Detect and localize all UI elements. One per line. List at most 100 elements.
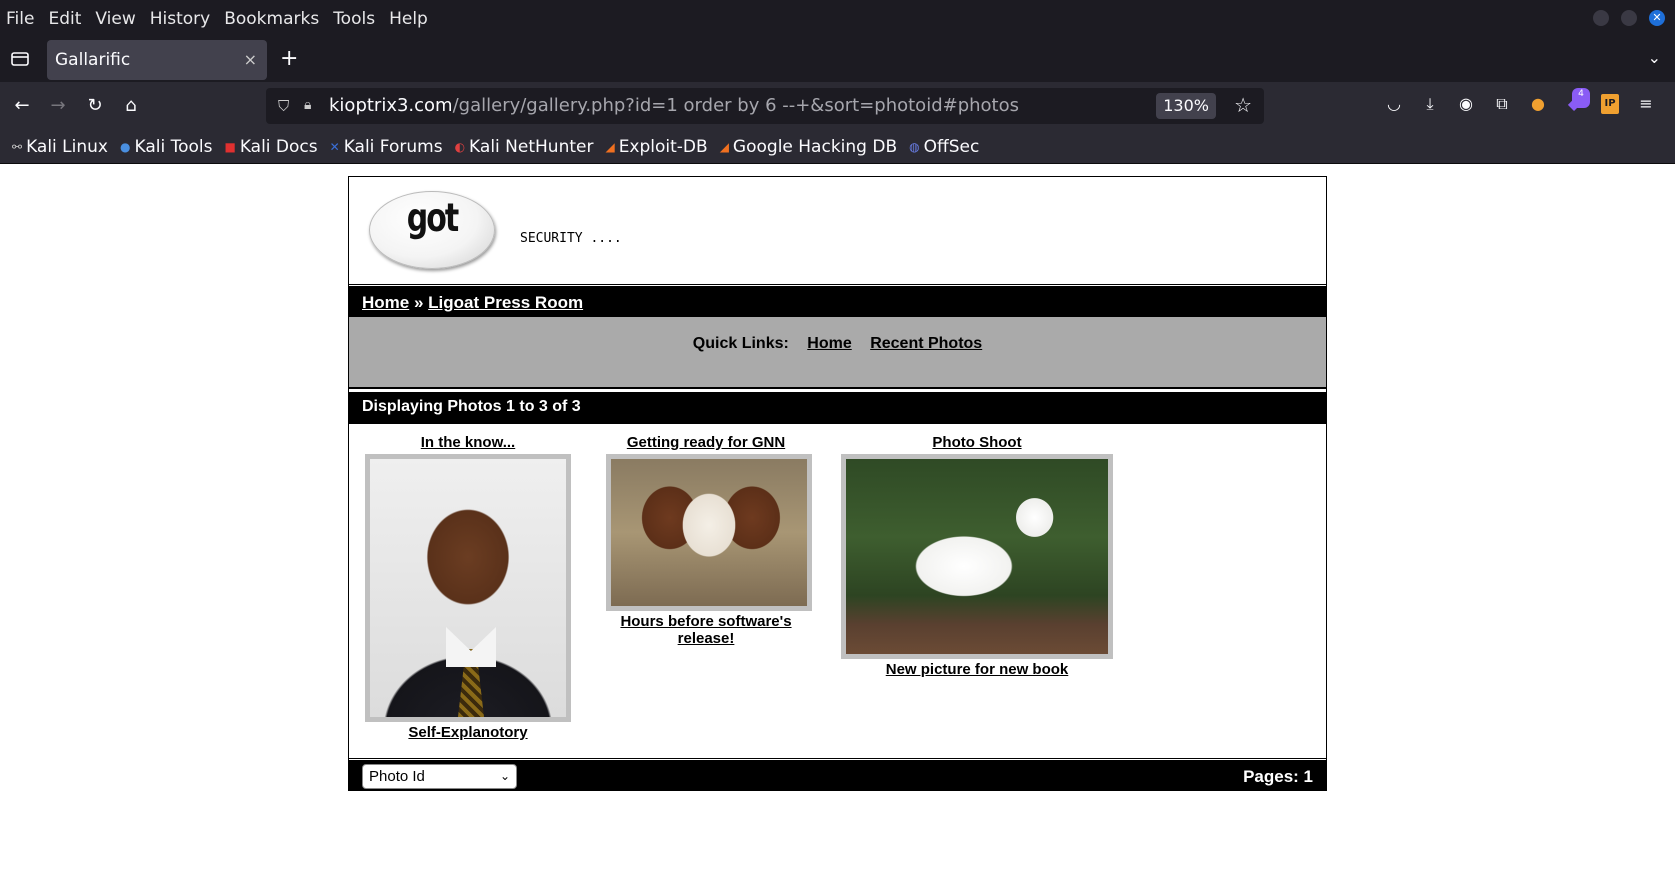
ghdb-icon: ◢ [719,139,729,154]
url-host: kioptrix3.com [329,95,453,116]
bookmark-label: Exploit-DB [618,136,708,157]
kali-tools-icon: ● [119,139,131,154]
sort-select[interactable]: Photo Id ⌄ [362,764,517,789]
site-header: got goat? SECURITY .... [349,177,1326,343]
quick-links-label: Quick Links: [692,335,789,352]
quick-link-home[interactable]: Home [807,335,851,352]
hamburger-menu-icon[interactable]: ≡ [1637,94,1655,114]
pocket-icon[interactable]: ◡ [1385,94,1403,114]
toolbar-icons: ◡ ⤓ ◉ ⧉ ● ◆4 IP ≡ [1385,88,1655,114]
quick-links: Quick Links: Home Recent Photos [349,335,1326,353]
bookmark-label: Kali Tools [134,136,213,157]
gallery-page: got goat? SECURITY .... Home » Ligoat Pr… [348,176,1327,791]
photo-title-link[interactable]: Photo Shoot [841,434,1113,451]
photo-image-man [370,459,566,717]
photo-image-goat-closeup [611,459,807,606]
photo-item: Getting ready for GNN Hours before softw… [606,434,812,647]
shirt-collar-shape [446,627,496,667]
bookmark-kali-forums[interactable]: ✕ Kali Forums [330,137,443,157]
bookmark-google-hacking-db[interactable]: ◢ Google Hacking DB [720,137,897,157]
lock-icon[interactable]: 🔒︎ [304,97,320,115]
bookmark-label: Kali Forums [343,136,443,157]
app-menu: File Edit View History Bookmarks Tools H… [0,9,442,29]
url-text[interactable]: kioptrix3.com/gallery/gallery.php?id=1 o… [329,88,1019,124]
purple-extension-icon[interactable]: ◆4 [1565,88,1590,114]
url-path: /gallery/gallery.php?id=1 order by 6 --+… [452,95,1019,116]
chevron-down-icon: ⌄ [499,769,510,783]
photo-thumbnail[interactable] [841,454,1113,659]
menu-help[interactable]: Help [389,9,428,29]
photo-caption-link[interactable]: Hours before software's release! [606,613,806,647]
tab-list-icon[interactable] [10,50,30,68]
photo-title-link[interactable]: Getting ready for GNN [606,434,806,451]
minimize-button[interactable] [1593,10,1609,26]
extension-badge: 4 [1572,88,1590,108]
chevron-down-icon[interactable]: ⌄ [1648,48,1661,67]
forward-arrow-icon[interactable]: → [46,94,70,118]
navigation-bar: ← → ↻ ⌂ ⛉ 🔒︎ kioptrix3.com/gallery/galle… [0,82,1675,130]
back-arrow-icon[interactable]: ← [10,94,34,118]
menu-view[interactable]: View [95,9,135,29]
offsec-icon: ◍ [909,139,920,154]
breadcrumb-trail: Home » Ligoat Press Room [362,293,583,313]
bookmark-exploit-db[interactable]: ◢ Exploit-DB [605,137,707,157]
kali-docs-icon: ■ [224,139,236,154]
menu-tools[interactable]: Tools [333,9,375,29]
bookmark-kali-nethunter[interactable]: ◐ Kali NetHunter [455,137,594,157]
photo-thumbnail[interactable] [365,454,571,722]
photo-item: Photo Shoot New picture for new book [841,434,1113,678]
kali-dragon-icon: ⚯ [12,139,23,154]
bookmark-kali-docs[interactable]: ■ Kali Docs [224,137,317,157]
bookmark-kali-linux[interactable]: ⚯ Kali Linux [12,137,108,157]
tab-gallarific[interactable]: Gallarific × [47,40,267,80]
breadcrumb-separator: » [413,293,424,312]
site-logo[interactable]: got goat? [369,191,495,343]
bookmark-offsec[interactable]: ◍ OffSec [909,137,979,157]
photo-count-text: Displaying Photos 1 to 3 of 3 [362,398,581,415]
bookmark-label: Google Hacking DB [732,136,898,157]
pagination-text: Pages: 1 [1243,767,1313,786]
breadcrumb-home-link[interactable]: Home [362,293,409,312]
breadcrumb-current-link[interactable]: Ligoat Press Room [428,293,583,312]
menu-file[interactable]: File [6,9,34,29]
bookmark-label: Kali Linux [26,136,108,157]
bookmarks-toolbar: ⚯ Kali Linux ● Kali Tools ■ Kali Docs ✕ Kali… [0,130,1675,164]
photo-caption-link[interactable]: Self-Explanotory [362,724,574,741]
bookmark-label: Kali Docs [239,136,318,157]
cookie-extension-icon[interactable]: ● [1529,94,1547,114]
ip-extension-icon[interactable]: IP [1601,94,1619,114]
exploit-db-icon: ◢ [605,139,615,154]
bookmark-label: OffSec [923,136,980,157]
photo-caption-link[interactable]: New picture for new book [841,661,1113,678]
menu-edit[interactable]: Edit [48,9,81,29]
gallery-footer: Photo Id ⌄ Pages: 1 [349,757,1326,791]
shield-icon[interactable]: ⛉ [278,97,294,115]
account-icon[interactable]: ◉ [1457,94,1475,114]
bookmark-kali-tools[interactable]: ● Kali Tools [120,137,212,157]
new-tab-button[interactable]: + [280,46,298,71]
window-controls: ✕ [1593,10,1665,26]
photo-title-link[interactable]: In the know... [362,434,574,451]
extensions-icon[interactable]: ⧉ [1493,94,1511,114]
reload-icon[interactable]: ↻ [83,94,107,118]
tab-close-icon[interactable]: × [244,40,257,80]
site-tagline: SECURITY .... [520,231,622,246]
photo-item: In the know... Self-Explanotory [362,434,574,741]
menu-history[interactable]: History [150,9,210,29]
quick-link-recent-photos[interactable]: Recent Photos [870,335,982,352]
close-window-button[interactable]: ✕ [1649,10,1665,26]
kali-forums-icon: ✕ [329,139,340,154]
photo-thumbnail[interactable] [606,454,812,611]
zoom-level[interactable]: 130% [1156,93,1216,119]
home-icon[interactable]: ⌂ [119,94,143,118]
tab-bar: Gallarific × + ⌄ [0,38,1675,82]
url-bar[interactable]: ⛉ 🔒︎ kioptrix3.com/gallery/gallery.php?i… [266,88,1264,124]
nethunter-icon: ◐ [454,139,466,154]
menu-bookmarks[interactable]: Bookmarks [224,9,319,29]
downloads-icon[interactable]: ⤓ [1421,94,1439,114]
maximize-button[interactable] [1621,10,1637,26]
tab-title: Gallarific [55,50,131,70]
bookmark-star-icon[interactable]: ☆ [1234,93,1252,117]
photo-image-white-goat [846,459,1108,654]
quick-links-bar: Quick Links: Home Recent Photos [349,317,1326,389]
